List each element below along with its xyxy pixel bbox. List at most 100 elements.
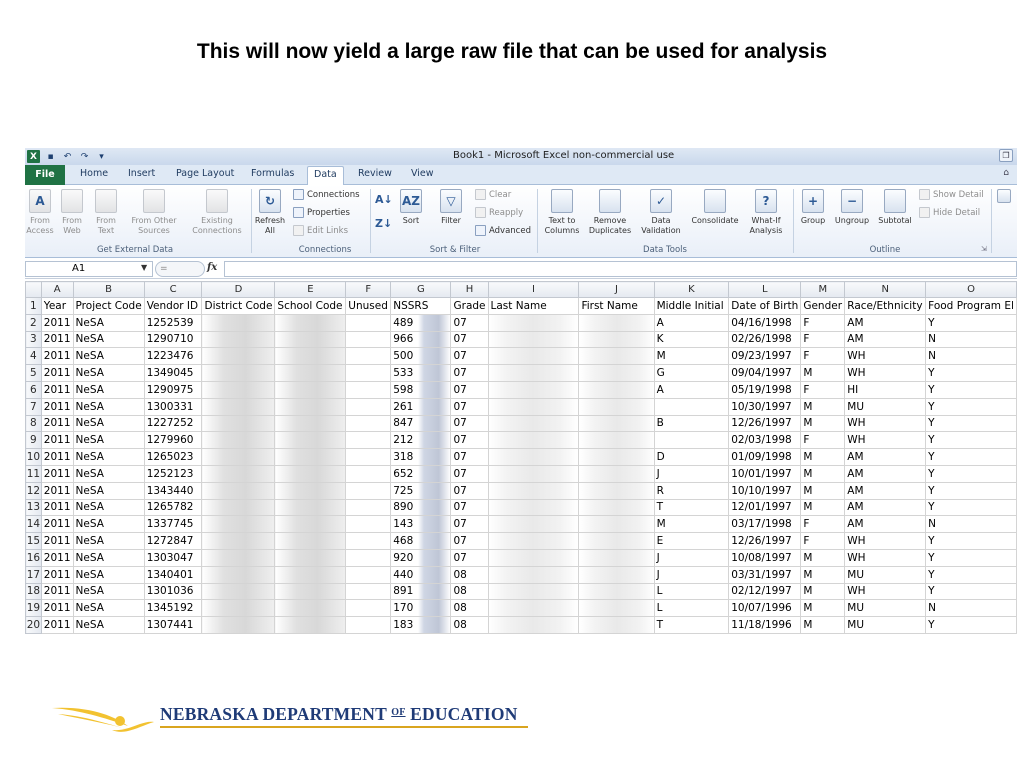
middle-initial-cell[interactable]: M [653, 347, 730, 366]
excel-logo-icon[interactable]: X [27, 150, 40, 163]
first-name-cell-redacted[interactable] [578, 380, 655, 399]
column-header-h[interactable]: H [450, 281, 489, 298]
grade-cell[interactable]: 07 [450, 548, 489, 567]
row-header[interactable]: 17 [25, 565, 42, 584]
row-header[interactable]: 3 [25, 330, 42, 349]
school-code-cell-redacted[interactable] [274, 380, 347, 399]
school-code-cell-redacted[interactable] [274, 347, 347, 366]
column-header-l[interactable]: L [728, 281, 802, 298]
last-name-cell-redacted[interactable] [487, 414, 580, 433]
district-code-cell-redacted[interactable] [201, 431, 276, 450]
school-code-cell-redacted[interactable] [274, 548, 347, 567]
project-code-cell[interactable]: NeSA [72, 397, 145, 416]
gender-cell[interactable]: M [800, 498, 846, 517]
race-ethnicity-cell[interactable]: WH [844, 347, 927, 366]
tab-home[interactable]: Home [80, 168, 108, 179]
grade-cell[interactable]: 07 [450, 464, 489, 483]
year-cell[interactable]: 2011 [40, 464, 74, 483]
vendor-id-cell[interactable]: 1223476 [143, 347, 203, 366]
name-box[interactable]: A1 [25, 261, 153, 277]
column-header-f[interactable]: F [345, 281, 392, 298]
vendor-id-cell[interactable]: 1340401 [143, 565, 203, 584]
unused-cell[interactable] [345, 313, 392, 332]
first-name-cell-redacted[interactable] [578, 431, 655, 450]
row-header[interactable]: 7 [25, 397, 42, 416]
gender-cell[interactable]: M [800, 464, 846, 483]
district-code-cell-redacted[interactable] [201, 464, 276, 483]
project-code-cell[interactable]: NeSA [72, 330, 145, 349]
first-name-cell-redacted[interactable] [578, 364, 655, 382]
school-code-cell-redacted[interactable] [274, 414, 347, 433]
nssrs-cell-partially-redacted[interactable]: 920 [390, 548, 452, 567]
project-code-cell[interactable]: NeSA [72, 498, 145, 517]
year-cell[interactable]: 2011 [40, 347, 74, 366]
food-program-cell[interactable]: Y [925, 414, 1017, 433]
date-of-birth-cell[interactable]: 11/18/1996 [728, 616, 802, 634]
sort-z-to-a-icon[interactable]: Z↓ [375, 217, 392, 230]
field-header-cell[interactable]: Gender [800, 297, 846, 315]
row-header[interactable]: 10 [25, 448, 42, 466]
race-ethnicity-cell[interactable]: WH [844, 364, 927, 382]
row-header[interactable]: 11 [25, 464, 42, 483]
date-of-birth-cell[interactable]: 03/31/1997 [728, 565, 802, 584]
race-ethnicity-cell[interactable]: AM [844, 464, 927, 483]
field-header-cell[interactable]: School Code [274, 297, 347, 315]
year-cell[interactable]: 2011 [40, 481, 74, 500]
food-program-cell[interactable]: Y [925, 481, 1017, 500]
year-cell[interactable]: 2011 [40, 330, 74, 349]
unused-cell[interactable] [345, 380, 392, 399]
unused-cell[interactable] [345, 548, 392, 567]
gender-cell[interactable]: M [800, 548, 846, 567]
tab-view[interactable]: View [411, 168, 434, 179]
last-name-cell-redacted[interactable] [487, 548, 580, 567]
school-code-cell-redacted[interactable] [274, 582, 347, 601]
grade-cell[interactable]: 07 [450, 313, 489, 332]
gender-cell[interactable]: F [800, 532, 846, 550]
last-name-cell-redacted[interactable] [487, 582, 580, 601]
nssrs-cell-partially-redacted[interactable]: 143 [390, 515, 452, 534]
district-code-cell-redacted[interactable] [201, 599, 276, 618]
project-code-cell[interactable]: NeSA [72, 481, 145, 500]
column-header-b[interactable]: B [72, 281, 145, 298]
year-cell[interactable]: 2011 [40, 313, 74, 332]
restore-window-button[interactable]: ❐ [999, 149, 1013, 162]
column-header-c[interactable]: C [143, 281, 203, 298]
unused-cell[interactable] [345, 616, 392, 634]
nssrs-cell-partially-redacted[interactable]: 725 [390, 481, 452, 500]
school-code-cell-redacted[interactable] [274, 515, 347, 534]
row-header[interactable]: 13 [25, 498, 42, 517]
first-name-cell-redacted[interactable] [578, 515, 655, 534]
district-code-cell-redacted[interactable] [201, 448, 276, 466]
unused-cell[interactable] [345, 431, 392, 450]
last-name-cell-redacted[interactable] [487, 313, 580, 332]
grade-cell[interactable]: 07 [450, 380, 489, 399]
food-program-cell[interactable]: Y [925, 548, 1017, 567]
subtotal-button[interactable]: Subtotal [875, 189, 915, 226]
food-program-cell[interactable]: Y [925, 313, 1017, 332]
gender-cell[interactable]: M [800, 582, 846, 601]
gender-cell[interactable]: F [800, 380, 846, 399]
first-name-cell-redacted[interactable] [578, 498, 655, 517]
sort-button[interactable]: AZ Sort [396, 189, 426, 226]
school-code-cell-redacted[interactable] [274, 565, 347, 584]
middle-initial-cell[interactable]: D [653, 448, 730, 466]
race-ethnicity-cell[interactable]: MU [844, 616, 927, 634]
gender-cell[interactable]: M [800, 364, 846, 382]
project-code-cell[interactable]: NeSA [72, 599, 145, 618]
race-ethnicity-cell[interactable]: WH [844, 548, 927, 567]
race-ethnicity-cell[interactable]: HI [844, 380, 927, 399]
gender-cell[interactable]: F [800, 347, 846, 366]
race-ethnicity-cell[interactable]: MU [844, 599, 927, 618]
last-name-cell-redacted[interactable] [487, 364, 580, 382]
middle-initial-cell[interactable]: L [653, 599, 730, 618]
redo-icon[interactable]: ↷ [78, 150, 91, 163]
column-header-o[interactable]: O [925, 281, 1017, 298]
district-code-cell-redacted[interactable] [201, 616, 276, 634]
text-to-columns-button[interactable]: Text to Columns [540, 189, 584, 236]
tab-formulas[interactable]: Formulas [251, 168, 294, 179]
nssrs-cell-partially-redacted[interactable]: 212 [390, 431, 452, 450]
district-code-cell-redacted[interactable] [201, 330, 276, 349]
food-program-cell[interactable]: Y [925, 364, 1017, 382]
last-name-cell-redacted[interactable] [487, 532, 580, 550]
school-code-cell-redacted[interactable] [274, 448, 347, 466]
